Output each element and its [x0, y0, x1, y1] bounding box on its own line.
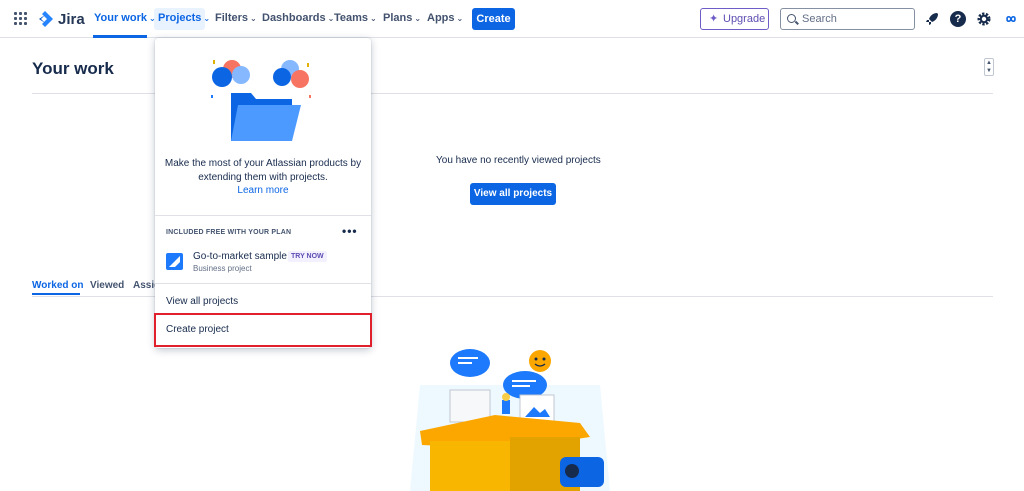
jira-logo[interactable]: Jira — [36, 10, 85, 28]
sample-project-icon — [166, 253, 183, 270]
upgrade-button[interactable]: ✦ Upgrade — [700, 8, 769, 30]
create-button[interactable]: Create — [472, 8, 515, 30]
learn-more-link[interactable]: Learn more — [155, 185, 371, 196]
jira-logo-icon — [39, 11, 53, 27]
chevron-down-icon: ⌄ — [370, 14, 377, 23]
nav-projects[interactable]: Projects ⌄ — [158, 12, 210, 24]
nav-plans-label: Plans — [383, 12, 413, 24]
search-placeholder: Search — [802, 13, 837, 25]
view-all-projects-button[interactable]: View all projects — [470, 183, 556, 205]
chevron-down-icon: ⌄ — [250, 14, 257, 23]
help-icon[interactable]: ? — [950, 11, 966, 27]
nav-apps-label: Apps — [427, 12, 455, 24]
nav-your-work[interactable]: Your work ⌄ — [94, 12, 156, 24]
divider — [155, 283, 371, 284]
tab-viewed[interactable]: Viewed — [90, 280, 124, 291]
create-project-menu-item[interactable]: Create project — [166, 324, 229, 335]
nav-teams-label: Teams — [334, 12, 369, 24]
infinity-icon[interactable] — [1003, 11, 1019, 27]
search-icon — [787, 14, 796, 23]
projects-description: Make the most of your Atlassian products… — [164, 158, 362, 183]
top-navigation-bar: Jira Your work ⌄ Projects ⌄ Filters ⌄ Dashb… — [0, 0, 1024, 38]
try-now-badge[interactable]: TRY NOW — [288, 251, 327, 262]
gear-icon[interactable] — [976, 11, 992, 27]
app-switcher-icon[interactable] — [14, 12, 27, 25]
nav-dashboards-label: Dashboards — [262, 12, 326, 24]
nav-dashboards[interactable]: Dashboards ⌄ — [262, 12, 334, 24]
divider — [155, 215, 371, 216]
view-all-projects-menu-item[interactable]: View all projects — [166, 296, 238, 307]
nav-your-work-label: Your work — [94, 12, 147, 24]
projects-folder-illustration — [211, 60, 311, 141]
more-options-button[interactable]: ••• — [342, 224, 358, 238]
app-name: Jira — [58, 10, 85, 28]
nav-teams[interactable]: Teams ⌄ — [334, 12, 377, 24]
nav-active-underline — [93, 35, 147, 38]
search-input[interactable]: Search — [780, 8, 915, 30]
chevron-down-icon: ⌄ — [456, 14, 464, 23]
chevron-down-icon: ⌄ — [414, 14, 422, 23]
section-heading: INCLUDED FREE WITH YOUR PLAN — [166, 229, 292, 236]
empty-projects-message: You have no recently viewed projects — [436, 155, 601, 166]
chevron-down-icon: ⌄ — [203, 14, 211, 23]
sample-project-name[interactable]: Go-to-market sample — [193, 251, 287, 262]
nav-filters-label: Filters — [215, 12, 249, 24]
sparkle-icon: ✦ — [709, 13, 719, 25]
scroll-arrows-icon[interactable]: ▲ ▼ — [984, 58, 994, 76]
chevron-down-icon: ⌄ — [148, 14, 156, 23]
rocket-icon[interactable] — [924, 11, 940, 27]
tab-active-underline — [32, 293, 80, 295]
nav-filters[interactable]: Filters ⌄ — [215, 12, 257, 24]
tab-worked-on[interactable]: Worked on — [32, 280, 83, 291]
page-title: Your work — [32, 59, 114, 78]
sample-project-type: Business project — [193, 264, 252, 273]
nav-apps[interactable]: Apps ⌄ — [427, 12, 463, 24]
nav-projects-label: Projects — [158, 12, 202, 24]
upgrade-label: Upgrade — [723, 13, 766, 25]
nav-plans[interactable]: Plans ⌄ — [383, 12, 421, 24]
projects-dropdown-menu: Make the most of your Atlassian products… — [154, 38, 372, 348]
empty-state-illustration — [410, 349, 610, 491]
